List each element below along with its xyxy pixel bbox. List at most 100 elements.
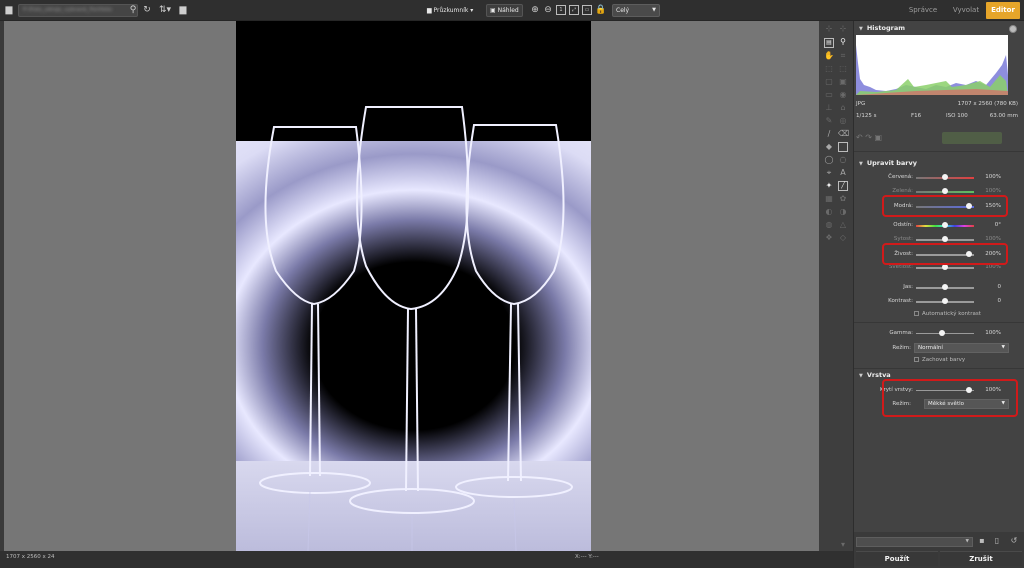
redo-icon[interactable]: ↷ xyxy=(865,133,872,142)
smudge-icon[interactable]: ✿ xyxy=(838,194,848,204)
panel-footer: ▼ ▪ ▯ ↺ Použít Zrušit xyxy=(853,532,1024,568)
layer-title: Vrstva xyxy=(866,371,891,379)
polygon-icon[interactable]: ⌖ xyxy=(824,168,834,178)
apply-button[interactable]: Použít xyxy=(856,551,938,566)
adjust-title: Upravit barvy xyxy=(866,159,917,167)
undo-icon[interactable]: ↶ xyxy=(856,133,863,142)
pin-icon[interactable]: ⊹ xyxy=(824,24,834,34)
gamma-track[interactable] xyxy=(916,333,974,334)
brush-icon[interactable]: ✎ xyxy=(824,116,834,126)
tool-strip: ⊹ ⊹ ▤ ⚲ ✋ ⌗ ⬚ ⬚ ▢ ▣ ▭ ◉ ⊥ ⌂ ✎ ◎ ∕ ⌫ ◆ ◯ … xyxy=(819,21,853,551)
adjust-header[interactable]: ▼ Upravit barvy xyxy=(859,159,917,167)
magic-wand-icon[interactable]: ✦ xyxy=(824,181,834,191)
slider-knob[interactable] xyxy=(942,236,948,242)
search-icon[interactable]: ⚲ xyxy=(127,4,139,16)
marquee-icon[interactable]: ▢ xyxy=(824,77,834,87)
photo-wine-glasses xyxy=(236,21,591,551)
stamp-icon[interactable]: ⊥ xyxy=(824,103,834,113)
slider-row: Odstín: 0° xyxy=(854,220,1019,231)
ellipse-icon[interactable]: ◯ xyxy=(824,155,834,165)
rect-select-icon[interactable]: ⬚ xyxy=(824,64,834,74)
rectangle-icon[interactable] xyxy=(838,142,848,152)
slider-label: Jas: xyxy=(903,284,913,290)
tab-spravce[interactable]: Správce xyxy=(900,2,946,19)
gradient-icon[interactable]: ▦ xyxy=(824,194,834,204)
chevron-down-icon: ▾ xyxy=(468,7,474,14)
slider-knob[interactable] xyxy=(942,188,948,194)
lock-icon[interactable]: 🔒 xyxy=(595,4,607,16)
checkbox-icon xyxy=(914,311,919,316)
mode-select[interactable]: Normální ▼ xyxy=(914,343,1009,353)
slider-label: Kontrast: xyxy=(888,298,913,304)
checkbox-icon xyxy=(914,357,919,362)
image-icon[interactable]: ▣ xyxy=(875,133,883,142)
redeye-icon[interactable]: ◎ xyxy=(838,116,848,126)
path-input[interactable]: P:\Foto_zdroje_vybrané_Portfolio xyxy=(18,4,138,17)
mode-label: Režim: xyxy=(892,345,911,351)
preset-select[interactable]: ▼ xyxy=(856,537,973,547)
fill-icon[interactable]: ◆ xyxy=(824,142,834,152)
fit-screen-icon[interactable]: ⤢ xyxy=(569,5,579,15)
scroll-down-icon[interactable]: ▾ xyxy=(838,540,848,550)
preview-label: Náhled xyxy=(497,7,519,14)
auto-contrast-checkbox[interactable]: Automatický kontrast xyxy=(914,311,981,317)
reset-icon[interactable]: ↺ xyxy=(1009,536,1019,546)
layers-icon[interactable]: ▣ xyxy=(838,77,848,87)
explorer-label: Průzkumník xyxy=(433,7,469,14)
add-folder-icon[interactable]: ▆ xyxy=(177,4,189,16)
image-canvas[interactable] xyxy=(4,21,819,551)
divider xyxy=(854,151,1024,152)
keep-colors-checkbox[interactable]: Zachovat barvy xyxy=(914,357,965,363)
slider-knob[interactable] xyxy=(942,284,948,290)
sponge-icon[interactable]: ◍ xyxy=(824,220,834,230)
path-text: P:\Foto_zdroje_vybrané_Portfolio xyxy=(23,7,113,13)
crop-icon[interactable]: ⌗ xyxy=(838,51,848,61)
top-toolbar: ▆ P:\Foto_zdroje_vybrané_Portfolio ⚲ ↻ ⇅… xyxy=(0,0,1024,21)
dodge-icon[interactable]: ◐ xyxy=(824,207,834,217)
zoom-tool-icon[interactable]: ⚲ xyxy=(838,37,848,47)
actual-size-icon[interactable]: 1 xyxy=(556,5,566,15)
pin2-icon[interactable]: ⊹ xyxy=(838,24,848,34)
preview-button[interactable]: ▣ Náhled xyxy=(486,4,523,17)
histogram-title: Histogram xyxy=(866,24,905,32)
refresh-icon[interactable]: ↻ xyxy=(141,4,153,16)
sort-icon[interactable]: ⇅▾ xyxy=(157,4,173,16)
text-tool-icon[interactable]: A xyxy=(838,168,848,178)
tab-editor[interactable]: Editor xyxy=(986,2,1020,19)
slider-knob[interactable] xyxy=(942,298,948,304)
cancel-button[interactable]: Zrušit xyxy=(940,551,1022,566)
heal-icon[interactable]: ⌂ xyxy=(838,103,848,113)
transform-icon[interactable]: ⬚ xyxy=(838,64,848,74)
histogram-header[interactable]: ▼ Histogram xyxy=(859,24,905,32)
keep-colors-label: Zachovat barvy xyxy=(922,357,966,363)
folder-icon[interactable]: ▆ xyxy=(3,4,15,16)
tab-vyvolat[interactable]: Vyvolat xyxy=(946,2,986,19)
zoom-in-icon[interactable]: ⊕ xyxy=(529,4,541,16)
mask-icon[interactable]: ▭ xyxy=(824,90,834,100)
burn-icon[interactable]: ◑ xyxy=(838,207,848,217)
line-tool-icon[interactable]: ╱ xyxy=(838,181,848,191)
slider-knob[interactable] xyxy=(942,222,948,228)
fullscreen-icon[interactable]: ▭ xyxy=(582,5,592,15)
delete-preset-icon[interactable]: ▯ xyxy=(992,536,1002,546)
eraser-icon[interactable]: ⌫ xyxy=(838,129,849,139)
gamma-knob[interactable] xyxy=(939,330,946,336)
clone-icon[interactable]: ❖ xyxy=(824,233,834,243)
pencil-icon[interactable]: ∕ xyxy=(824,129,834,139)
zoom-out-icon[interactable]: ⊖ xyxy=(542,4,554,16)
sharpen-icon[interactable]: △ xyxy=(838,220,848,230)
select-tool-icon[interactable]: ▤ xyxy=(824,38,834,48)
hand-tool-icon[interactable]: ✋ xyxy=(824,51,834,61)
focal-text: 63.00 mm xyxy=(989,113,1018,119)
histogram-options-icon[interactable] xyxy=(1009,25,1017,33)
eye-icon[interactable]: ◉ xyxy=(838,90,848,100)
layer-header[interactable]: ▼ Vrstva xyxy=(859,371,891,379)
zoom-select[interactable]: Celý ▼ xyxy=(612,4,660,17)
apply-ghost-button[interactable] xyxy=(942,132,1002,144)
slider-knob[interactable] xyxy=(942,174,948,180)
explorer-button[interactable]: ▆ Průzkumník ▾ xyxy=(424,4,476,17)
blur-tool-icon[interactable]: ◇ xyxy=(838,233,848,243)
zoom-value: Celý xyxy=(616,7,630,14)
speech-bubble-icon[interactable]: ◌ xyxy=(838,155,848,165)
save-preset-icon[interactable]: ▪ xyxy=(977,536,987,546)
